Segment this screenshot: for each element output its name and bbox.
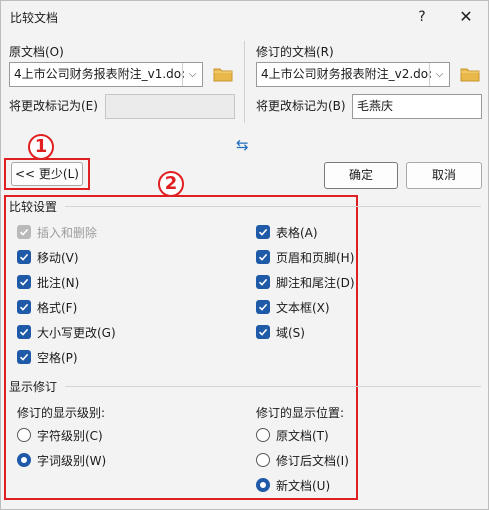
compare-settings-right: 表格(A) 页眉和页脚(H) 脚注和尾注(D) 文本框(X) 域(S) — [256, 223, 355, 341]
original-mark-label: 将更改标记为(E) — [9, 99, 98, 113]
radio-original-document[interactable]: 原文档(T) — [256, 426, 349, 444]
check-icon — [17, 275, 31, 289]
annotation-circle-1: 1 — [28, 134, 54, 160]
folder-icon[interactable] — [460, 66, 480, 82]
radio-new-document[interactable]: 新文档(U) — [256, 476, 349, 494]
original-document-value: 4上市公司财务报表附注_v1.docx — [14, 67, 184, 81]
revised-document-label: 修订的文档(R) — [256, 45, 334, 59]
check-icon — [256, 225, 270, 239]
check-icon — [17, 350, 31, 364]
group-divider — [65, 206, 481, 207]
revised-mark-label: 将更改标记为(B) — [256, 99, 346, 113]
radio-label: 新文档(U) — [276, 478, 331, 493]
ok-button[interactable]: 确定 — [324, 162, 398, 189]
show-changes-title: 显示修订 — [9, 380, 58, 394]
radio-label: 原文档(T) — [276, 428, 329, 443]
chevron-down-icon[interactable]: ⌵ — [182, 63, 202, 86]
show-location-options: 原文档(T) 修订后文档(I) 新文档(U) — [256, 426, 349, 494]
checkbox-label: 大小写更改(G) — [37, 325, 116, 340]
compare-documents-dialog: 比较文档 ? ✕ 原文档(O) 4上市公司财务报表附注_v1.docx ⌵ 将更… — [0, 0, 489, 510]
chevron-down-icon[interactable]: ⌵ — [429, 63, 449, 86]
checkbox-label: 格式(F) — [37, 300, 78, 315]
check-icon — [256, 300, 270, 314]
group-divider — [65, 386, 481, 387]
revised-mark-field[interactable]: 毛燕庆 — [352, 94, 482, 119]
close-button[interactable]: ✕ — [451, 5, 481, 29]
show-location-label: 修订的显示位置: — [256, 406, 345, 420]
annotation-number: 1 — [34, 136, 48, 157]
check-icon — [256, 325, 270, 339]
original-mark-field[interactable] — [105, 94, 235, 119]
check-icon — [256, 275, 270, 289]
checkbox-comments[interactable]: 批注(N) — [17, 273, 116, 291]
check-icon — [17, 225, 31, 239]
check-icon — [256, 250, 270, 264]
check-icon — [17, 300, 31, 314]
radio-selected-icon — [17, 453, 31, 467]
annotation-circle-2: 2 — [158, 171, 184, 197]
radio-label: 字词级别(W) — [37, 453, 107, 468]
checkbox-label: 脚注和尾注(D) — [276, 275, 355, 290]
checkbox-footnotes-endnotes[interactable]: 脚注和尾注(D) — [256, 273, 355, 291]
checkbox-label: 移动(V) — [37, 250, 79, 265]
checkbox-formatting[interactable]: 格式(F) — [17, 298, 116, 316]
radio-label: 修订后文档(I) — [276, 453, 349, 468]
checkbox-label: 页眉和页脚(H) — [276, 250, 355, 265]
checkbox-label: 空格(P) — [37, 350, 78, 365]
checkbox-textboxes[interactable]: 文本框(X) — [256, 298, 355, 316]
radio-icon — [17, 428, 31, 442]
checkbox-fields[interactable]: 域(S) — [256, 323, 355, 341]
dialog-title: 比较文档 — [10, 11, 59, 25]
radio-word-level[interactable]: 字词级别(W) — [17, 451, 106, 469]
checkbox-label: 插入和删除 — [37, 225, 98, 240]
revised-document-value: 4上市公司财务报表附注_v2.docx — [261, 67, 431, 81]
checkbox-label: 批注(N) — [37, 275, 80, 290]
original-document-combo[interactable]: 4上市公司财务报表附注_v1.docx ⌵ — [9, 62, 203, 87]
cancel-button[interactable]: 取消 — [406, 162, 482, 189]
radio-selected-icon — [256, 478, 270, 492]
title-bar: 比较文档 ? ✕ — [1, 1, 488, 33]
swap-documents-icon[interactable]: ⇆ — [236, 136, 249, 154]
checkbox-tables[interactable]: 表格(A) — [256, 223, 355, 241]
show-level-label: 修订的显示级别: — [17, 406, 106, 420]
folder-icon[interactable] — [213, 66, 233, 82]
check-icon — [17, 325, 31, 339]
checkbox-white-space[interactable]: 空格(P) — [17, 348, 116, 366]
radio-icon — [256, 453, 270, 467]
checkbox-label: 域(S) — [276, 325, 305, 340]
checkbox-label: 文本框(X) — [276, 300, 330, 315]
column-divider — [244, 41, 245, 123]
radio-revised-document[interactable]: 修订后文档(I) — [256, 451, 349, 469]
checkbox-headers-footers[interactable]: 页眉和页脚(H) — [256, 248, 355, 266]
checkbox-moves[interactable]: 移动(V) — [17, 248, 116, 266]
original-document-label: 原文档(O) — [9, 45, 64, 59]
check-icon — [17, 250, 31, 264]
show-level-options: 字符级别(C) 字词级别(W) — [17, 426, 106, 469]
radio-icon — [256, 428, 270, 442]
less-button[interactable]: << 更少(L) — [11, 162, 83, 186]
checkbox-case-changes[interactable]: 大小写更改(G) — [17, 323, 116, 341]
compare-settings-title: 比较设置 — [9, 200, 58, 214]
checkbox-insertions-deletions: 插入和删除 — [17, 223, 116, 241]
annotation-number: 2 — [164, 173, 178, 194]
radio-label: 字符级别(C) — [37, 428, 103, 443]
revised-document-combo[interactable]: 4上市公司财务报表附注_v2.docx ⌵ — [256, 62, 450, 87]
help-button[interactable]: ? — [408, 5, 436, 29]
radio-character-level[interactable]: 字符级别(C) — [17, 426, 106, 444]
compare-settings-left: 插入和删除 移动(V) 批注(N) 格式(F) 大小写更改(G) 空格(P) — [17, 223, 116, 366]
checkbox-label: 表格(A) — [276, 225, 318, 240]
